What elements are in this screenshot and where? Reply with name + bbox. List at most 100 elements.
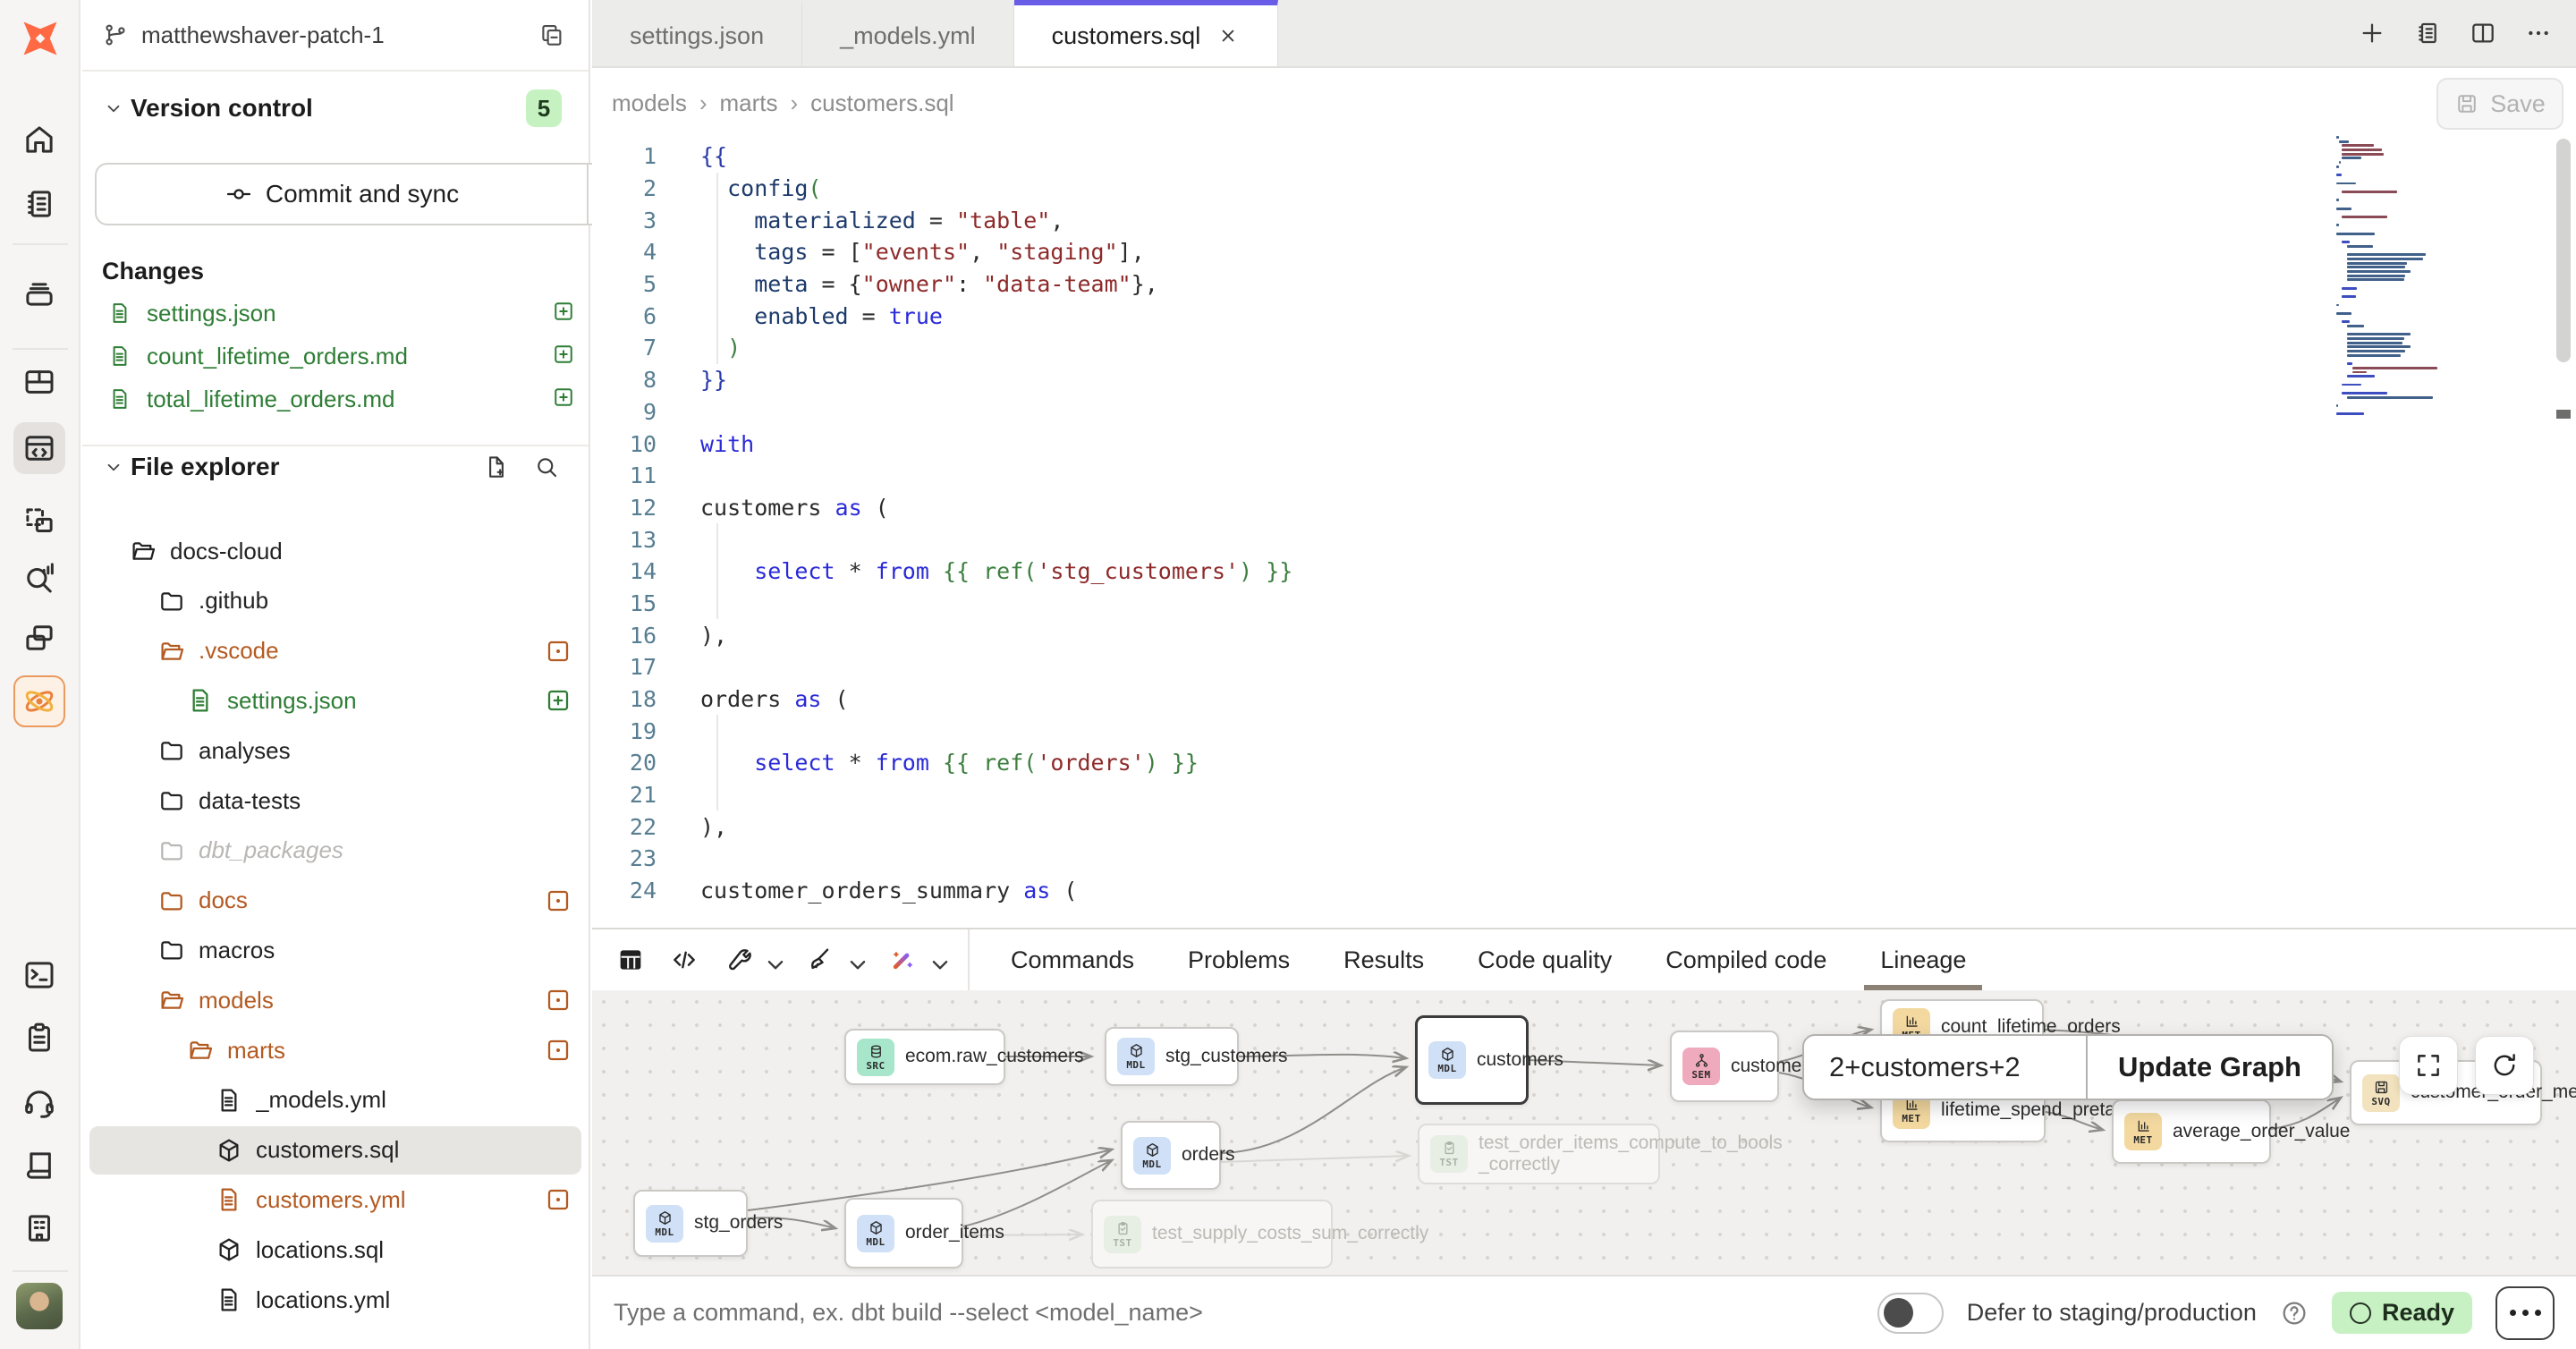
- breadcrumb-marts[interactable]: marts: [720, 89, 778, 117]
- code-line: 3 materialized = "table",: [592, 204, 2308, 236]
- new-file-icon[interactable]: [483, 454, 510, 480]
- lineage-node-ecom.raw_customers[interactable]: SRCecom.raw_customers: [844, 1029, 1005, 1085]
- git-branch-selector[interactable]: matthewshaver-patch-1: [82, 0, 589, 72]
- lineage-node-stg_customers[interactable]: MDLstg_customers: [1105, 1027, 1239, 1086]
- panel-tool-code-slash-icon[interactable]: [669, 945, 699, 975]
- panel-tab-compiled-code[interactable]: Compiled code: [1639, 929, 1853, 990]
- tree-item-.vscode[interactable]: .vscode: [89, 627, 581, 675]
- rail-item-frame-select-icon[interactable]: [13, 496, 65, 547]
- tree-item-marts[interactable]: marts: [89, 1026, 581, 1074]
- panel-tab-results[interactable]: Results: [1317, 929, 1451, 990]
- panel-tab-code-quality[interactable]: Code quality: [1451, 929, 1639, 990]
- panel-tab-problems[interactable]: Problems: [1161, 929, 1317, 990]
- tree-item-customers.yml[interactable]: customers.yml: [89, 1175, 581, 1224]
- lineage-node-stg_orders[interactable]: MDLstg_orders: [633, 1190, 748, 1257]
- changed-file-row[interactable]: settings.json: [95, 292, 576, 335]
- tree-item-models[interactable]: models: [89, 976, 581, 1024]
- panel-tool-magic-pen-icon[interactable]: [887, 945, 946, 975]
- tree-item-macros[interactable]: macros: [89, 926, 581, 974]
- modified-dot-icon[interactable]: [544, 986, 572, 1014]
- lineage-node-test_order_items_compute_to_bools[interactable]: TSTtest_order_items_compute_to_bools _co…: [1418, 1124, 1660, 1184]
- new-tab-icon[interactable]: [2358, 19, 2386, 47]
- rail-item-copilot-atom-icon[interactable]: [13, 675, 65, 727]
- staged-plus-icon[interactable]: [544, 686, 572, 715]
- more-options-icon[interactable]: [2524, 19, 2553, 47]
- modified-dot-icon[interactable]: [544, 1036, 572, 1065]
- tree-item-docs-cloud[interactable]: docs-cloud: [89, 527, 581, 575]
- lineage-node-label: order_items: [905, 1222, 1004, 1243]
- tab-customers.sql[interactable]: customers.sql: [1014, 0, 1279, 66]
- tab-settings.json[interactable]: settings.json: [592, 0, 802, 66]
- stage-file-plus-icon[interactable]: [538, 299, 567, 327]
- lineage-node-customers[interactable]: SEMcustomers: [1670, 1031, 1779, 1102]
- breadcrumb-models[interactable]: models: [612, 89, 687, 117]
- lineage-node-test_supply_costs_sum_correctly[interactable]: TSTtest_supply_costs_sum_correctly: [1091, 1200, 1333, 1268]
- tree-item-locations.yml[interactable]: locations.yml: [89, 1276, 581, 1324]
- commit-and-sync-button[interactable]: Commit and sync: [95, 163, 644, 225]
- refresh-graph-button[interactable]: [2475, 1036, 2534, 1095]
- modified-dot-icon[interactable]: [544, 1185, 572, 1214]
- rail-item-dashboard-icon[interactable]: [13, 356, 65, 408]
- save-button[interactable]: Save: [2436, 78, 2563, 130]
- rail-item-home-icon[interactable]: [13, 114, 65, 165]
- rail-item-notebook-icon[interactable]: [13, 178, 65, 230]
- rail-item-search-insights-icon[interactable]: [13, 553, 65, 605]
- lineage-node-orders[interactable]: MDLorders: [1121, 1121, 1221, 1190]
- more-actions-button[interactable]: [2496, 1286, 2555, 1340]
- lineage-node-customers[interactable]: MDLcustomers: [1415, 1015, 1529, 1105]
- close-tab-icon[interactable]: [1216, 24, 1240, 47]
- help-icon[interactable]: [2280, 1299, 2309, 1328]
- version-control-header[interactable]: Version control 5: [82, 87, 589, 130]
- tree-item-locations.sql[interactable]: locations.sql: [89, 1226, 581, 1274]
- rail-item-headset-icon[interactable]: [13, 1077, 65, 1129]
- panel-tool-wrench-icon[interactable]: [723, 945, 782, 975]
- modified-dot-icon[interactable]: [544, 887, 572, 915]
- copy-branch-icon[interactable]: [535, 18, 569, 52]
- tree-item-_models.yml[interactable]: _models.yml: [89, 1076, 581, 1124]
- rail-item-terminal-icon[interactable]: [13, 949, 65, 1001]
- chevron-down-icon[interactable]: [843, 949, 864, 971]
- rail-item-windows-icon[interactable]: [13, 612, 65, 664]
- rail-item-book-icon[interactable]: [13, 1140, 65, 1192]
- chevron-down-icon[interactable]: [760, 949, 782, 971]
- user-avatar[interactable]: [16, 1283, 63, 1329]
- changed-file-row[interactable]: count_lifetime_orders.md: [95, 335, 576, 378]
- notebook-icon[interactable]: [2413, 19, 2442, 47]
- editor-minimap[interactable]: [2336, 136, 2476, 431]
- rail-item-building-icon[interactable]: [13, 1202, 65, 1254]
- tree-item-analyses[interactable]: analyses: [89, 726, 581, 775]
- defer-toggle[interactable]: [1877, 1293, 1944, 1334]
- chevron-down-icon[interactable]: [925, 949, 946, 971]
- tab-_models.yml[interactable]: _models.yml: [802, 0, 1014, 66]
- tree-item-customers.sql[interactable]: customers.sql: [89, 1126, 581, 1175]
- lineage-node-average_order_value[interactable]: METaverage_order_value: [2112, 1099, 2271, 1164]
- panel-tab-lineage[interactable]: Lineage: [1853, 929, 1993, 990]
- file-explorer-header[interactable]: File explorer: [82, 445, 589, 488]
- rail-item-clipboard-icon[interactable]: [13, 1012, 65, 1064]
- tree-item-data-tests[interactable]: data-tests: [89, 776, 581, 825]
- changed-file-row[interactable]: total_lifetime_orders.md: [95, 378, 576, 420]
- stage-file-plus-icon[interactable]: [538, 342, 567, 370]
- lineage-selector-input[interactable]: 2+customers+2: [1804, 1036, 2086, 1099]
- panel-tool-broom-icon[interactable]: [805, 945, 864, 975]
- breadcrumb-file[interactable]: customers.sql: [810, 89, 953, 117]
- tree-item-.github[interactable]: .github: [89, 577, 581, 625]
- tree-item-dbt_packages[interactable]: dbt_packages: [89, 827, 581, 875]
- lineage-node-order_items[interactable]: MDLorder_items: [844, 1198, 963, 1268]
- update-graph-button[interactable]: Update Graph: [2086, 1036, 2332, 1099]
- command-input[interactable]: Type a command, ex. dbt build --select <…: [614, 1299, 1877, 1327]
- panel-tab-commands[interactable]: Commands: [984, 929, 1161, 990]
- rail-item-stack-icon[interactable]: [13, 267, 65, 318]
- modified-dot-icon[interactable]: [544, 637, 572, 666]
- fullscreen-button[interactable]: [2399, 1036, 2458, 1095]
- editor-scrollbar[interactable]: [2556, 139, 2571, 362]
- tree-item-docs[interactable]: docs: [89, 877, 581, 925]
- panel-tool-table-grid-icon[interactable]: [615, 945, 646, 975]
- stage-file-plus-icon[interactable]: [538, 385, 567, 413]
- tree-item-settings.json[interactable]: settings.json: [89, 676, 581, 725]
- lineage-canvas[interactable]: SRCecom.raw_customers MDLstg_customers MDL…: [592, 990, 2576, 1277]
- search-icon[interactable]: [533, 454, 560, 480]
- rail-item-code-editor-icon[interactable]: [13, 422, 65, 474]
- code-editor[interactable]: models › marts › customers.sql Save 1{{2…: [592, 70, 2576, 928]
- split-view-icon[interactable]: [2469, 19, 2497, 47]
